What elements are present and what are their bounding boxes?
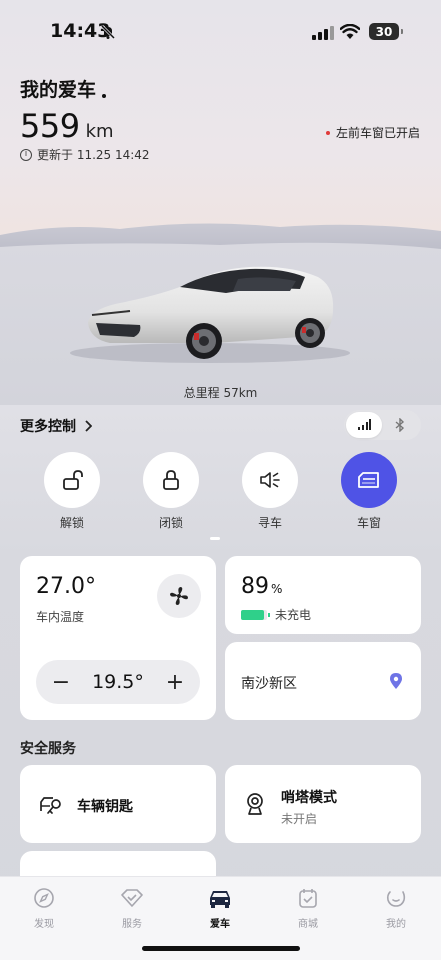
battery-icon <box>241 609 270 620</box>
safety-section-title: 安全服务 <box>20 741 76 757</box>
more-controls-link[interactable]: 更多控制 <box>20 416 92 436</box>
cellular-signal-icon <box>312 26 334 40</box>
status-bar: 14:43 30 <box>0 0 441 62</box>
tab-shop-label: 商城 <box>298 919 318 930</box>
tab-profile[interactable]: 我的 <box>371 885 421 930</box>
fan-icon <box>170 587 188 605</box>
car-image <box>0 223 441 405</box>
window-button[interactable] <box>341 452 397 508</box>
unlock-icon <box>63 470 83 490</box>
cellular-mode-option[interactable] <box>346 412 382 438</box>
temperature-stepper: − 19.5° + <box>36 660 200 704</box>
alert-dot <box>325 130 330 135</box>
tab-service-label: 服务 <box>122 919 142 930</box>
compass-icon <box>34 888 54 908</box>
lock-label: 闭锁 <box>158 516 183 530</box>
alert-text: 左前车窗已开启 <box>335 126 420 140</box>
wifi-icon <box>340 24 360 39</box>
bell-off-icon <box>100 24 116 40</box>
vehicle-key-label: 车辆钥匙 <box>77 799 133 815</box>
battery-unit: % <box>271 582 283 596</box>
lock-control[interactable]: 闭锁 <box>141 452 201 531</box>
tab-car[interactable]: 爱车 <box>195 885 245 930</box>
tab-service[interactable]: 服务 <box>107 885 157 930</box>
page-title-text: 我的爱车 <box>20 79 97 101</box>
car-key-icon <box>40 797 61 814</box>
unlock-label: 解锁 <box>59 516 84 530</box>
horn-icon <box>260 472 280 488</box>
range-display: 559 km <box>20 107 114 145</box>
find-car-control[interactable]: 寻车 <box>240 452 300 531</box>
battery-indicator: 30 <box>369 23 403 40</box>
tab-discover[interactable]: 发现 <box>19 885 69 930</box>
sentry-mode-label: 哨塔模式 <box>281 790 337 806</box>
update-text: 更新于 11.25 14:42 <box>37 148 150 162</box>
tab-car-label: 爱车 <box>210 919 230 930</box>
climate-card[interactable]: 27.0° 车内温度 − 19.5° + <box>20 556 216 720</box>
unlock-control[interactable]: 解锁 <box>42 452 102 531</box>
window-label: 车窗 <box>356 516 381 530</box>
fan-button[interactable] <box>157 574 201 618</box>
car-icon <box>210 891 230 908</box>
window-icon <box>358 472 379 488</box>
sentry-mode-card[interactable]: 哨塔模式 未开启 <box>225 765 421 843</box>
location-card[interactable]: 南沙新区 <box>225 642 421 720</box>
tab-shop[interactable]: 商城 <box>283 885 333 930</box>
odometer: 总里程 57km <box>183 386 258 400</box>
bluetooth-icon <box>395 418 405 432</box>
range-value: 559 <box>20 107 80 145</box>
profile-icon <box>386 891 406 907</box>
page-indicator <box>210 537 220 540</box>
sentry-mode-status: 未开启 <box>281 812 318 826</box>
bluetooth-mode-option[interactable] <box>382 412 418 438</box>
find-car-label: 寻车 <box>257 516 282 530</box>
charging-status-text: 未充电 <box>275 608 312 622</box>
cabin-temperature: 27.0° <box>36 574 96 599</box>
connection-toggle[interactable] <box>344 410 421 440</box>
window-control[interactable]: 车窗 <box>339 452 399 531</box>
unlock-button[interactable] <box>44 452 100 508</box>
tab-profile-label: 我的 <box>386 919 406 930</box>
window-alert[interactable]: 左前车窗已开启 <box>325 124 420 141</box>
increase-temp-button[interactable]: + <box>164 670 186 695</box>
service-icon <box>121 889 143 907</box>
lock-button[interactable] <box>143 452 199 508</box>
page-title[interactable]: 我的爱车 <box>20 75 107 102</box>
sentry-camera-icon <box>247 793 263 815</box>
find-car-button[interactable] <box>242 452 298 508</box>
shop-icon <box>299 889 317 908</box>
signal-bars-icon <box>358 419 371 430</box>
range-unit: km <box>85 121 114 142</box>
battery-percent: 89 <box>241 574 269 599</box>
charging-status: 未充电 <box>241 606 311 623</box>
battery-card[interactable]: 89 % 未充电 <box>225 556 421 634</box>
set-temperature: 19.5° <box>92 671 144 693</box>
update-time: i 更新于 11.25 14:42 <box>20 146 150 163</box>
battery-level: 89 % <box>241 574 282 599</box>
location-name: 南沙新区 <box>241 676 297 692</box>
title-dot <box>102 94 107 98</box>
cabin-temperature-label: 车内温度 <box>36 610 85 624</box>
battery-fill <box>241 609 265 620</box>
more-controls-label: 更多控制 <box>20 419 76 435</box>
vehicle-key-card[interactable]: 车辆钥匙 <box>20 765 216 843</box>
info-icon: i <box>20 148 32 161</box>
home-indicator <box>142 946 300 951</box>
tab-discover-label: 发现 <box>34 919 54 930</box>
location-pin-icon <box>390 673 402 689</box>
decrease-temp-button[interactable]: − <box>50 670 72 695</box>
lock-icon <box>163 470 179 490</box>
chevron-right-icon <box>85 420 92 432</box>
